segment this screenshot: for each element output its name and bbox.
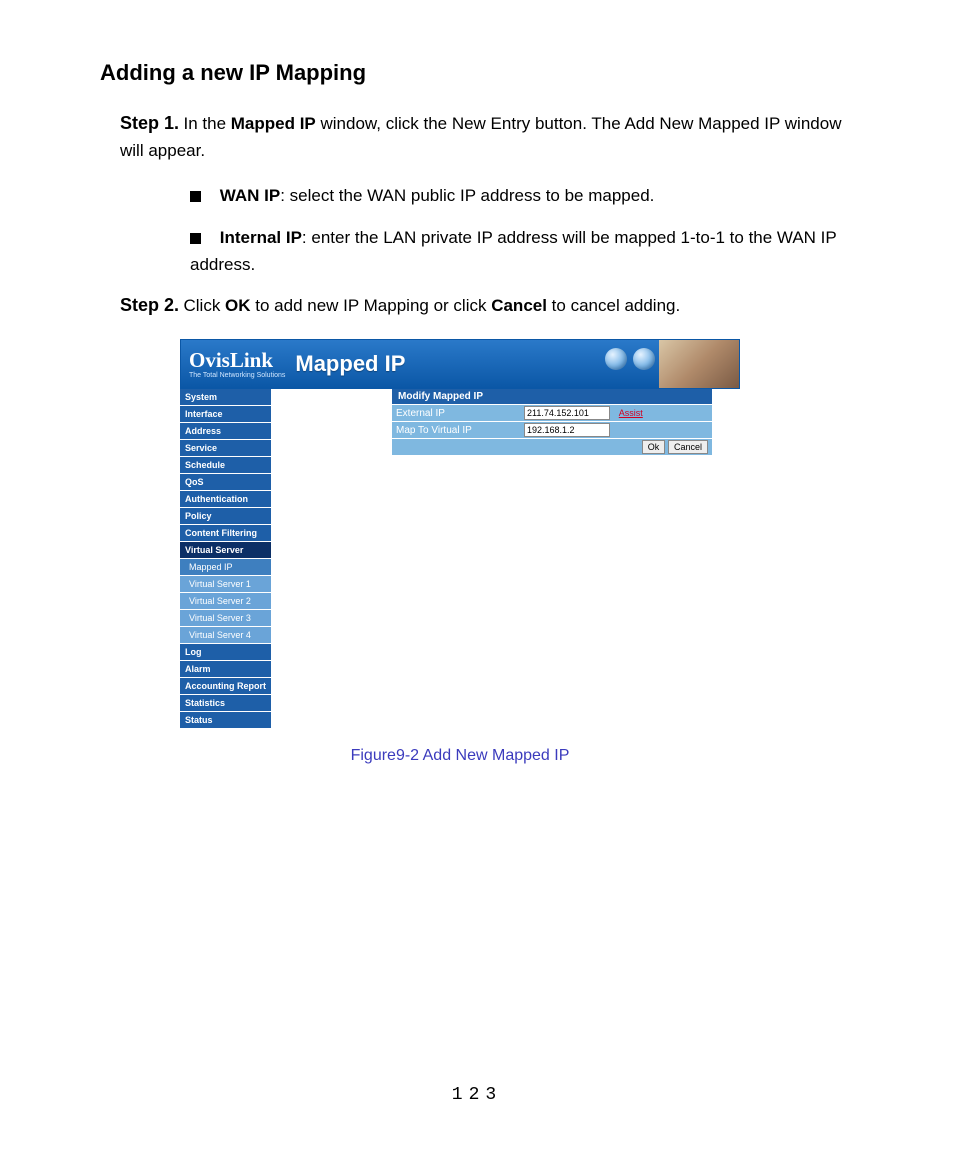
step-1-text: In the Mapped IP window, click the New E… — [120, 114, 841, 160]
bullet1-text: : select the WAN public IP address to be… — [280, 186, 654, 205]
form-header: Modify Mapped IP — [392, 389, 712, 405]
app-banner: OvisLink The Total Networking Solutions … — [180, 339, 740, 389]
sidebar-sub-vs3[interactable]: Virtual Server 3 — [180, 610, 272, 627]
external-ip-input[interactable] — [524, 406, 610, 420]
content-area: Modify Mapped IP External IP Assist Map … — [272, 389, 740, 729]
sidebar-item-policy[interactable]: Policy — [180, 508, 272, 525]
sidebar-item-system[interactable]: System — [180, 389, 272, 406]
figure-caption: Figure9-2 Add New Mapped IP — [180, 747, 740, 765]
step2-post: to cancel adding. — [547, 296, 680, 315]
cancel-button[interactable]: Cancel — [668, 440, 708, 454]
step-1: Step 1. In the Mapped IP window, click t… — [120, 110, 864, 164]
bullet-wan-ip: WAN IP: select the WAN public IP address… — [190, 182, 844, 209]
external-ip-cell: Assist — [520, 405, 712, 422]
sidebar-item-content-filtering[interactable]: Content Filtering — [180, 525, 272, 542]
banner-title: Mapped IP — [295, 351, 405, 377]
step2-mid: to add new IP Mapping or click — [251, 296, 492, 315]
page-number: 123 — [50, 1085, 904, 1105]
globe-icons — [605, 348, 655, 370]
sidebar-item-virtual-server[interactable]: Virtual Server — [180, 542, 272, 559]
step-1-label: Step 1. — [120, 113, 179, 133]
sidebar-sub-vs2[interactable]: Virtual Server 2 — [180, 593, 272, 610]
globe-icon — [605, 348, 627, 370]
button-row: Ok Cancel — [392, 439, 712, 456]
step-2: Step 2. Click OK to add new IP Mapping o… — [120, 292, 864, 319]
sidebar-item-alarm[interactable]: Alarm — [180, 661, 272, 678]
square-bullet-icon — [190, 233, 201, 244]
sidebar-item-interface[interactable]: Interface — [180, 406, 272, 423]
sidebar-sub-vs1[interactable]: Virtual Server 1 — [180, 576, 272, 593]
brand-logo: OvisLink — [189, 348, 273, 372]
square-bullet-icon — [190, 191, 201, 202]
step2-pre: Click — [183, 296, 225, 315]
sidebar-item-address[interactable]: Address — [180, 423, 272, 440]
map-to-virtual-ip-input[interactable] — [524, 423, 610, 437]
brand-tagline: The Total Networking Solutions — [189, 372, 285, 379]
app-body: System Interface Address Service Schedul… — [180, 389, 740, 729]
sidebar-item-accounting-report[interactable]: Accounting Report — [180, 678, 272, 695]
bullet-internal-ip: Internal IP: enter the LAN private IP ad… — [190, 224, 844, 278]
page-heading: Adding a new IP Mapping — [100, 60, 904, 86]
sidebar-item-log[interactable]: Log — [180, 644, 272, 661]
figure-screenshot: OvisLink The Total Networking Solutions … — [180, 339, 740, 765]
ok-button[interactable]: Ok — [642, 440, 666, 454]
step1-pre: In the — [183, 114, 230, 133]
map-to-virtual-ip-label: Map To Virtual IP — [392, 422, 520, 439]
sidebar: System Interface Address Service Schedul… — [180, 389, 272, 729]
step1-bold: Mapped IP — [231, 114, 316, 133]
assist-link[interactable]: Assist — [619, 408, 643, 418]
sidebar-item-statistics[interactable]: Statistics — [180, 695, 272, 712]
bullet2-bold: Internal IP — [220, 228, 302, 247]
external-ip-label: External IP — [392, 405, 520, 422]
banner-photo — [659, 340, 739, 388]
map-to-virtual-ip-cell — [520, 422, 712, 439]
mapped-ip-form: Modify Mapped IP External IP Assist Map … — [392, 389, 712, 455]
sidebar-item-schedule[interactable]: Schedule — [180, 457, 272, 474]
globe-icon — [633, 348, 655, 370]
step2-cancel: Cancel — [491, 296, 547, 315]
bullet1-bold: WAN IP — [220, 186, 280, 205]
sidebar-item-status[interactable]: Status — [180, 712, 272, 729]
step2-ok: OK — [225, 296, 251, 315]
sidebar-sub-mapped-ip[interactable]: Mapped IP — [180, 559, 272, 576]
sidebar-sub-vs4[interactable]: Virtual Server 4 — [180, 627, 272, 644]
sidebar-item-authentication[interactable]: Authentication — [180, 491, 272, 508]
sidebar-item-qos[interactable]: QoS — [180, 474, 272, 491]
step-2-label: Step 2. — [120, 295, 179, 315]
step-2-text: Click OK to add new IP Mapping or click … — [183, 296, 680, 315]
sidebar-item-service[interactable]: Service — [180, 440, 272, 457]
